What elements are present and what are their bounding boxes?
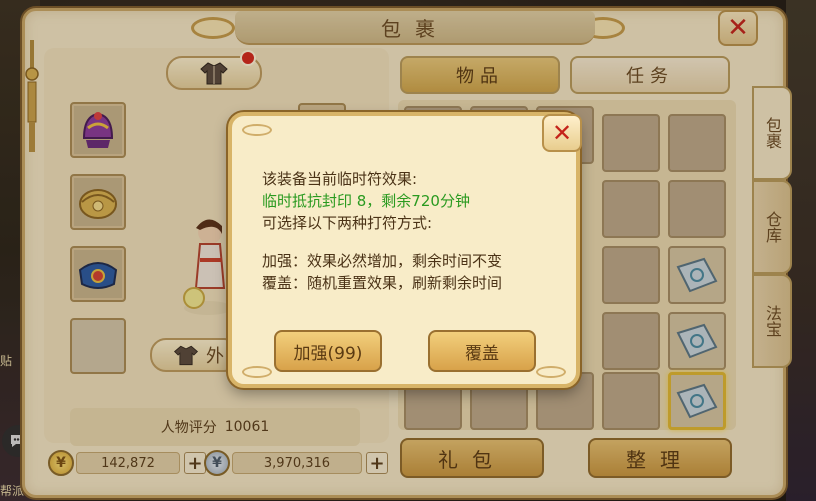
dialog-line-strengthen: 加强：效果必然增加，剩余时间不变 (262, 252, 503, 270)
dialog-close-button[interactable]: ✕ (542, 114, 582, 152)
overwrite-button[interactable]: 覆盖 (428, 330, 536, 372)
dialog-ornament (242, 124, 272, 136)
dialog-line-overwrite: 覆盖：随机重置效果，刷新剩余时间 (262, 274, 503, 292)
dialog-line-current-effect: 该装备当前临时符效果: (262, 170, 418, 188)
strengthen-button[interactable]: 加强(99) (274, 330, 382, 372)
dialog-spacer (262, 234, 562, 250)
dialog-ornament (242, 366, 272, 378)
dialog-ornament (536, 366, 566, 378)
talisman-dialog: ✕ 该装备当前临时符效果: 临时抵抗封印 8，剩余720分钟 可选择以下两种打符… (228, 112, 582, 388)
dialog-body: 该装备当前临时符效果: 临时抵抗封印 8，剩余720分钟 可选择以下两种打符方式… (262, 168, 562, 294)
dialog-line-effect-detail: 临时抵抗封印 8，剩余720分钟 (262, 192, 470, 210)
dialog-line-choose: 可选择以下两种打符方式: (262, 214, 433, 232)
